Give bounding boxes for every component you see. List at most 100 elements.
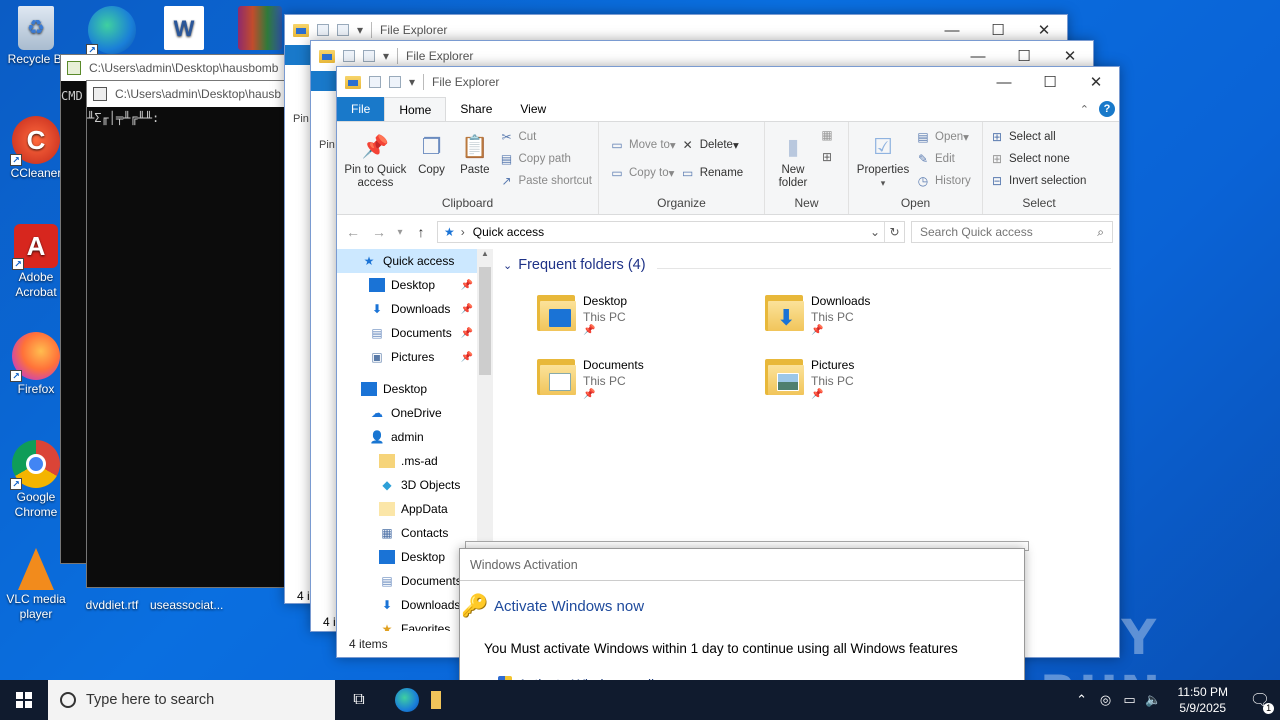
ribbon-fragment-label: Pin	[319, 139, 335, 151]
address-dropdown-icon[interactable]: ⌄	[866, 225, 884, 239]
dropdown-icon[interactable]: ▾	[357, 23, 363, 37]
pin-label-line2: access	[357, 177, 394, 189]
close-button[interactable]: ✕	[1073, 67, 1119, 97]
open-button[interactable]: ▤ Open ▾	[915, 128, 971, 146]
cut-button[interactable]: ✂ Cut	[498, 128, 592, 146]
tab-home[interactable]: Home	[384, 97, 447, 121]
nav-item-desktop-pinned[interactable]: Desktop 📌	[337, 273, 493, 297]
dropdown-icon[interactable]: ▾	[409, 75, 415, 89]
volume-icon[interactable]: 🔈	[1142, 692, 1166, 708]
clock[interactable]: 11:50 PM 5/9/2025	[1166, 684, 1240, 716]
history-button[interactable]: ◷ History	[915, 172, 971, 190]
paste-shortcut-label: Paste shortcut	[518, 175, 592, 187]
desktop-icon-edge[interactable]: ↗	[76, 6, 148, 56]
refresh-icon[interactable]: ↻	[884, 222, 904, 242]
desktop-icon-word[interactable]: W	[148, 6, 220, 52]
pin-icon: 📌	[583, 325, 596, 336]
nav-item-quick-access[interactable]: ★ Quick access	[337, 249, 493, 273]
forward-arrow-icon[interactable]: →	[369, 224, 389, 240]
desktop-icon-useassociat[interactable]: useassociat...	[150, 598, 223, 613]
properties-quick-icon[interactable]	[317, 24, 329, 36]
copy-to-button[interactable]: ▭ Copy to ▾	[609, 164, 676, 182]
move-to-button[interactable]: ▭ Move to ▾	[609, 136, 675, 154]
nav-label: OneDrive	[391, 406, 442, 420]
back-arrow-icon[interactable]: ←	[343, 224, 363, 240]
new-item-button[interactable]: ▦	[819, 126, 839, 144]
taskbar-file-explorer[interactable]	[431, 680, 441, 720]
scroll-up-icon[interactable]: ▲	[477, 249, 493, 258]
select-all-button[interactable]: ⊞ Select all	[989, 128, 1086, 146]
tab-view[interactable]: View	[506, 97, 560, 121]
paste-shortcut-button[interactable]: ↗ Paste shortcut	[498, 172, 592, 190]
dialog-title: Windows Activation	[460, 549, 1024, 581]
nav-label: 3D Objects	[401, 478, 461, 492]
nav-item-downloads-pinned[interactable]: ⬇ Downloads 📌	[337, 297, 493, 321]
chrome-icon: ↗	[10, 440, 60, 490]
cmd-window-icon	[67, 61, 81, 75]
cmd-title-bar[interactable]: C:\Users\admin\Desktop\hausbomb	[61, 55, 299, 81]
nav-item-admin[interactable]: 👤 admin	[337, 425, 493, 449]
title-bar[interactable]: ▾ File Explorer — ☐ ✕	[337, 67, 1119, 97]
maximize-button[interactable]: ☐	[1027, 67, 1073, 97]
breadcrumb-quick-access[interactable]: Quick access	[473, 225, 544, 239]
tab-share[interactable]: Share	[446, 97, 506, 121]
scrollbar-thumb[interactable]	[479, 267, 491, 375]
meet-now-icon[interactable]: ◎	[1094, 692, 1118, 708]
delete-button[interactable]: ✕ Delete ▾	[680, 136, 743, 154]
history-icon: ◷	[917, 174, 929, 188]
rename-button[interactable]: ▭ Rename	[680, 164, 743, 182]
select-none-icon: ⊞	[991, 152, 1003, 166]
cmd-title-bar[interactable]: C:\Users\admin\Desktop\hausb	[87, 81, 291, 107]
taskbar-edge[interactable]	[383, 680, 431, 720]
chevron-up-icon[interactable]: ⌃	[1070, 692, 1094, 708]
minimize-button[interactable]: —	[981, 67, 1027, 97]
recent-locations-icon[interactable]: ▾	[395, 227, 405, 238]
nav-item-documents-pinned[interactable]: ▤ Documents 📌	[337, 321, 493, 345]
new-folder-icon: ▮	[786, 133, 800, 159]
window-title: File Explorer	[380, 23, 448, 37]
folder-tile-pictures[interactable]: Pictures This PC 📌	[765, 357, 965, 413]
task-view-button[interactable]: ⧉	[335, 680, 383, 720]
navigation-bar: ← → ▾ ↑ ★ › Quick access ⌄ ↻ ⌕	[337, 215, 1119, 249]
invert-selection-button[interactable]: ⊟ Invert selection	[989, 172, 1086, 190]
nav-item-desktop[interactable]: Desktop	[337, 377, 493, 401]
desktop-icon-dvddiet[interactable]: dvddiet.rtf	[76, 598, 148, 613]
start-button[interactable]	[0, 680, 48, 720]
select-all-icon: ⊞	[991, 130, 1003, 144]
folder-tile-desktop[interactable]: Desktop This PC 📌	[537, 293, 737, 349]
pin-icon: 📌	[460, 279, 473, 291]
edit-button[interactable]: ✎ Edit	[915, 150, 971, 168]
search-box[interactable]: ⌕	[911, 221, 1113, 243]
folder-tile-downloads[interactable]: ⬇ Downloads This PC 📌	[765, 293, 965, 349]
new-folder-quick-icon[interactable]	[337, 24, 349, 36]
select-none-button[interactable]: ⊞ Select none	[989, 150, 1086, 168]
new-folder-quick-icon[interactable]	[389, 76, 401, 88]
copy-path-button[interactable]: ▤ Copy path	[498, 150, 592, 168]
collapse-ribbon-icon[interactable]: ⌃	[1080, 103, 1089, 116]
address-bar[interactable]: ★ › Quick access ⌄ ↻	[437, 221, 905, 243]
frequent-folders-header[interactable]: ⌄ Frequent folders (4)	[503, 257, 646, 273]
tab-file[interactable]: File	[337, 97, 385, 121]
easy-access-button[interactable]: ⊞	[819, 148, 839, 166]
nav-item-appdata[interactable]: AppData	[337, 497, 493, 521]
folder-tile-documents[interactable]: Documents This PC 📌	[537, 357, 737, 413]
search-icon: ⌕	[1097, 224, 1104, 239]
nav-item-onedrive[interactable]: ☁ OneDrive	[337, 401, 493, 425]
taskbar-search[interactable]: Type here to search	[48, 680, 335, 720]
nav-item-3d-objects[interactable]: ◆ 3D Objects	[337, 473, 493, 497]
notification-center-button[interactable]: 🗨 1	[1240, 690, 1280, 714]
properties-quick-icon[interactable]	[369, 76, 381, 88]
nav-item-pictures-pinned[interactable]: ▣ Pictures 📌	[337, 345, 493, 369]
folder-location: This PC	[583, 310, 626, 324]
network-icon[interactable]: ▭	[1118, 692, 1142, 708]
cmd-window-front[interactable]: C:\Users\admin\Desktop\hausb ╨Σ╓│╤╨╔╨╨:	[86, 80, 292, 588]
dropdown-icon[interactable]: ▾	[383, 49, 389, 63]
new-folder-quick-icon[interactable]	[363, 50, 375, 62]
up-arrow-icon[interactable]: ↑	[411, 224, 431, 240]
search-input[interactable]	[920, 225, 1098, 239]
properties-quick-icon[interactable]	[343, 50, 355, 62]
nav-item-ms-ad[interactable]: .ms-ad	[337, 449, 493, 473]
help-icon[interactable]: ?	[1099, 101, 1115, 117]
notification-badge: 1	[1263, 703, 1275, 714]
winrar-icon	[238, 6, 282, 50]
